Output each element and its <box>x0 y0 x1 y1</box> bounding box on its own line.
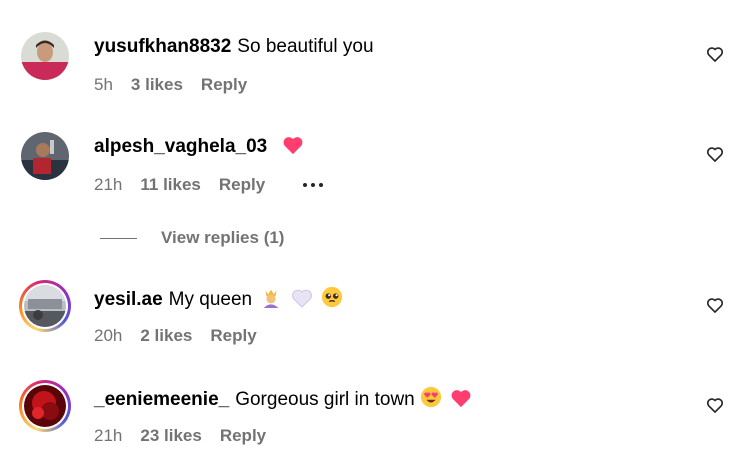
username[interactable]: yusufkhan8832 <box>94 36 231 57</box>
likes-count[interactable]: 11 likes <box>140 175 201 195</box>
comment-line: _eeniemeenie_ Gorgeous girl in town <box>94 386 472 412</box>
comment-text: Gorgeous girl in town <box>235 389 415 410</box>
comment-text: My queen <box>168 289 253 310</box>
comment-line: alpesh_vaghela_03 <box>94 135 304 159</box>
avatar-ring-gap <box>22 383 68 429</box>
username[interactable]: _eeniemeenie_ <box>94 389 229 410</box>
pink-heart-emoji-icon <box>451 390 471 408</box>
view-replies-label: View replies (1) <box>161 228 285 247</box>
avatar-story-ring[interactable] <box>19 280 71 332</box>
likes-count[interactable]: 3 likes <box>131 75 183 95</box>
like-heart-icon[interactable] <box>705 295 725 315</box>
like-heart-icon[interactable] <box>705 144 725 164</box>
princess-emoji-icon <box>264 289 279 308</box>
reply-button[interactable]: Reply <box>210 326 256 346</box>
divider <box>100 237 137 239</box>
avatar <box>24 285 66 327</box>
username[interactable]: alpesh_vaghela_03 <box>94 136 267 157</box>
timestamp: 20h <box>94 326 123 345</box>
like-heart-icon[interactable] <box>705 44 725 64</box>
comment-meta: 21h 23 likes Reply <box>94 426 284 446</box>
view-replies-button[interactable]: View replies (1) <box>100 228 284 248</box>
heart-eyes-face-emoji-icon <box>420 386 442 408</box>
avatar-image <box>21 32 69 80</box>
comment-text: So beautiful you <box>237 36 374 57</box>
reply-button[interactable]: Reply <box>201 75 247 95</box>
comment-line: yesil.ae My queen <box>94 286 343 312</box>
avatar <box>24 385 66 427</box>
avatar[interactable] <box>19 30 71 82</box>
comment-meta: 21h 11 likes Reply <box>94 175 341 195</box>
white-heart-emoji-icon <box>291 289 312 308</box>
comment-meta: 20h 2 likes Reply <box>94 326 275 346</box>
timestamp: 5h <box>94 75 113 94</box>
reply-button[interactable]: Reply <box>219 175 265 195</box>
pleading-face-emoji-icon <box>321 286 343 308</box>
reply-button[interactable]: Reply <box>220 426 266 446</box>
more-options-icon[interactable] <box>303 183 324 187</box>
avatar-story-ring[interactable] <box>19 380 71 432</box>
comment-meta: 5h 3 likes Reply <box>94 75 265 95</box>
pink-heart-emoji-icon <box>283 137 302 155</box>
avatar-ring-gap <box>22 283 68 329</box>
username[interactable]: yesil.ae <box>94 289 163 310</box>
avatar[interactable] <box>19 130 71 182</box>
like-heart-icon[interactable] <box>705 395 725 415</box>
timestamp: 21h <box>94 426 123 445</box>
timestamp: 21h <box>94 175 123 194</box>
avatar-image <box>21 132 69 180</box>
likes-count[interactable]: 2 likes <box>140 326 192 346</box>
likes-count[interactable]: 23 likes <box>140 426 201 446</box>
comment-line: yusufkhan8832 So beautiful you <box>94 35 374 59</box>
